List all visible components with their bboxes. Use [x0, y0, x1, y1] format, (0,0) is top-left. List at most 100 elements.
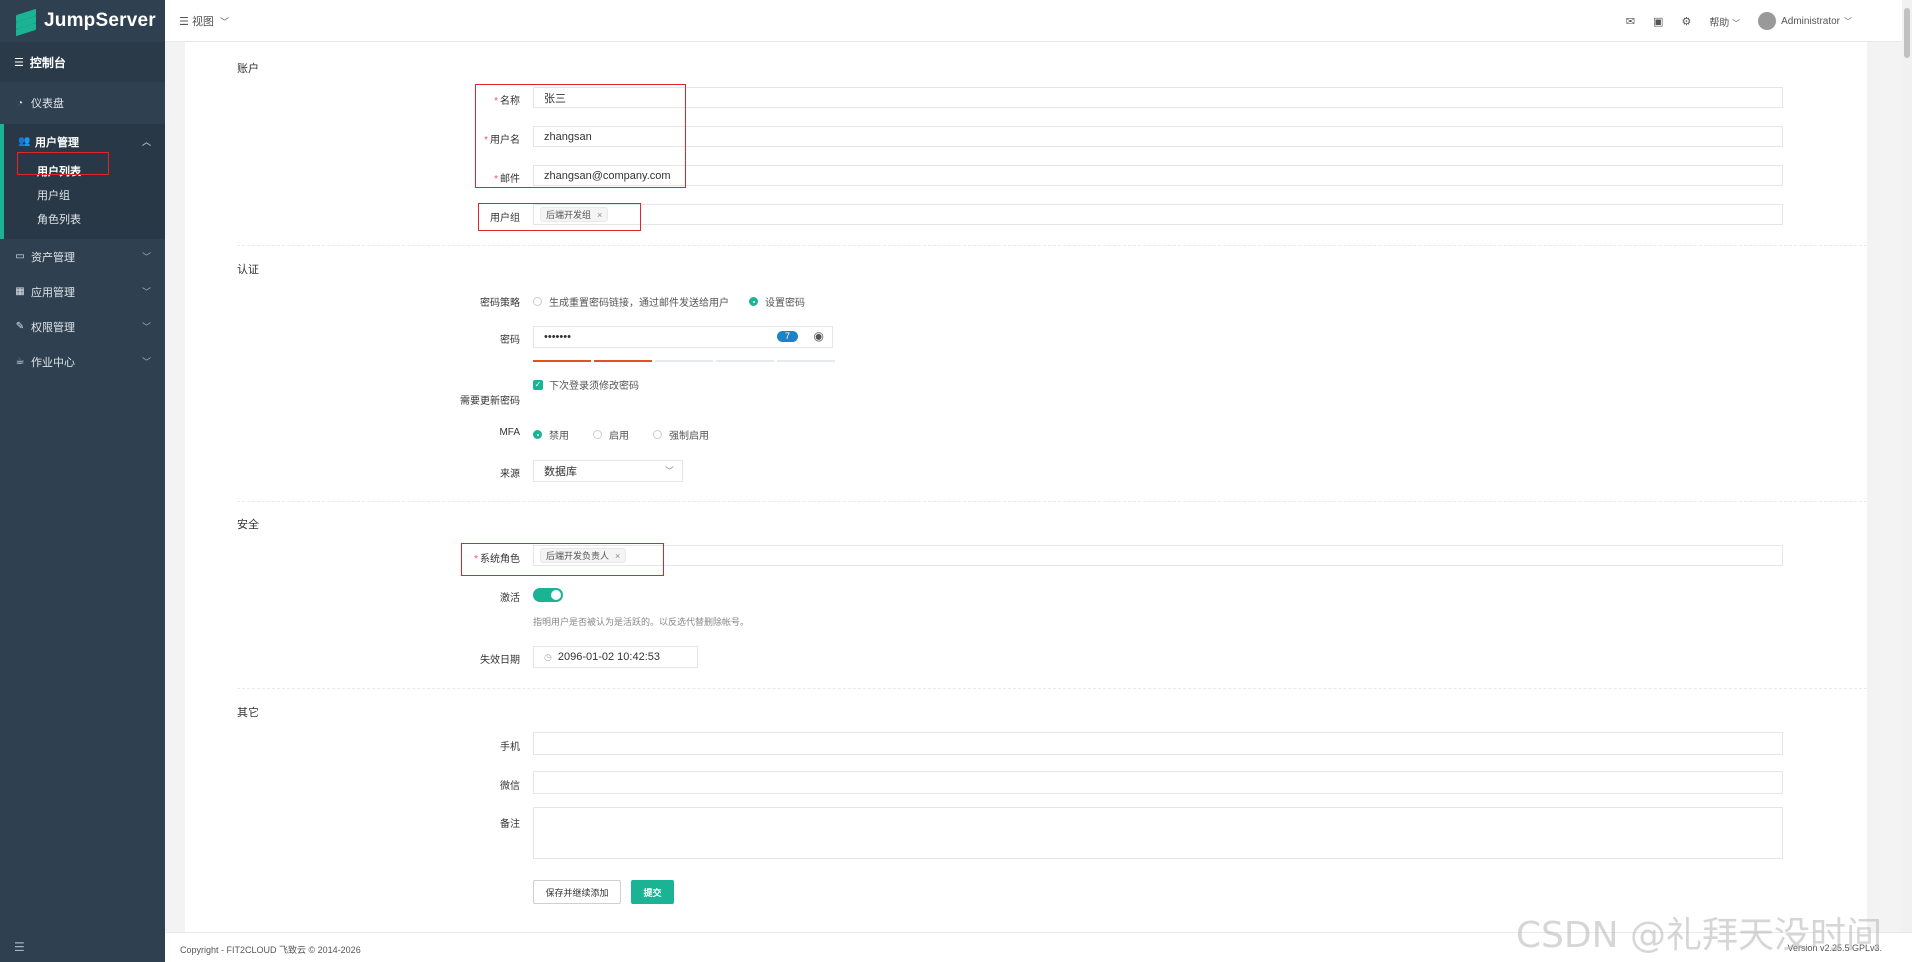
phone-input[interactable]: [533, 732, 1783, 755]
section-other: 其它: [237, 707, 259, 719]
strength-bar: [777, 360, 835, 362]
chevron-down-icon: ﹀: [664, 466, 674, 476]
password-length-badge: 7: [776, 331, 798, 342]
web-terminal-icon[interactable]: ▣: [1653, 15, 1663, 28]
email-label: * 邮件: [494, 174, 520, 185]
radio-icon: [653, 430, 662, 439]
expire-date-picker[interactable]: ◷ 2096-01-02 10:42:53: [533, 646, 698, 668]
radio-set-password[interactable]: 设置密码: [749, 294, 805, 309]
strength-bar: [716, 360, 774, 362]
sidebar-item-label: 用户管理: [35, 136, 79, 149]
divider: [237, 688, 1867, 689]
remove-tag-icon[interactable]: ×: [615, 551, 620, 561]
source-select[interactable]: 数据库 ﹀: [533, 460, 683, 482]
comment-label: 备注: [500, 819, 520, 830]
chevron-down-icon: ﹀: [141, 252, 151, 262]
sidebar-console[interactable]: ☰ 控制台: [0, 42, 165, 82]
active-toggle[interactable]: [533, 588, 563, 602]
source-value: 数据库: [544, 466, 577, 478]
divider: [237, 245, 1867, 246]
chevron-down-icon: ﹀: [220, 16, 230, 27]
expire-date-value: 2096-01-02 10:42:53: [557, 651, 661, 663]
system-role-select[interactable]: 后端开发负责人 ×: [533, 545, 1783, 566]
chevron-down-icon: ﹀: [141, 357, 151, 367]
password-value: •••••••: [544, 331, 571, 343]
sidebar-subitem-user-group[interactable]: 用户组: [4, 183, 165, 207]
sidebar: JumpServer ☰ 控制台 ◔ 仪表盘 👥 用户管理 ︿ 用户列表 用户组…: [0, 0, 165, 962]
topbar-right: ✉ ▣ ⚙ 帮助 ﹀ Administrator ﹀: [1626, 0, 1852, 42]
username-input[interactable]: zhangsan: [533, 126, 1783, 147]
sidebar-item-label: 资产管理: [31, 251, 75, 264]
save-continue-button[interactable]: 保存并继续添加: [533, 880, 621, 904]
collapse-sidebar-icon[interactable]: ☰: [14, 940, 25, 954]
radio-mfa-forced[interactable]: 强制启用: [653, 427, 709, 442]
eye-off-icon[interactable]: ◉: [814, 329, 824, 343]
view-menu[interactable]: ☰ 视图 ﹀: [179, 13, 229, 29]
sidebar-item-permissions[interactable]: ✎ 权限管理 ﹀: [0, 309, 165, 344]
watermark: CSDN @礼拜天没时间: [1515, 915, 1882, 956]
dashboard-icon: ◔: [16, 97, 24, 109]
section-account: 账户: [237, 63, 259, 75]
scrollbar-thumb[interactable]: [1904, 8, 1910, 58]
radio-reset-link[interactable]: 生成重置密码链接，通过邮件发送给用户: [533, 294, 729, 309]
sidebar-subitem-role-list[interactable]: 角色列表: [4, 207, 165, 231]
sidebar-item-users[interactable]: 👥 用户管理 ︿: [4, 124, 165, 159]
source-label: 来源: [500, 469, 520, 480]
sidebar-item-apps[interactable]: ▦ 应用管理 ﹀: [0, 274, 165, 309]
strength-bar: [594, 360, 652, 362]
expire-date-label: 失效日期: [480, 655, 520, 666]
mfa-label: MFA: [499, 427, 520, 438]
submit-button[interactable]: 提交: [631, 880, 674, 904]
brand-logo[interactable]: JumpServer: [0, 0, 165, 42]
sidebar-item-dashboard[interactable]: ◔ 仪表盘: [0, 82, 165, 124]
console-icon: ☰: [14, 56, 24, 69]
email-input[interactable]: zhangsan@company.com: [533, 165, 1783, 186]
username-label: * 用户名: [484, 135, 520, 146]
radio-mfa-disabled[interactable]: 禁用: [533, 427, 569, 442]
asset-icon: ▭: [15, 251, 25, 262]
sidebar-subitem-user-list[interactable]: 用户列表: [4, 159, 165, 183]
sidebar-item-jobs[interactable]: ☕ 作业中心 ﹀: [0, 344, 165, 379]
apps-icon: ▦: [15, 286, 25, 297]
sidebar-item-label: 权限管理: [31, 321, 75, 334]
active-label: 激活: [500, 593, 520, 604]
wechat-label: 微信: [500, 781, 520, 792]
system-role-label: * 系统角色: [474, 554, 520, 565]
scrollbar[interactable]: [1902, 0, 1912, 940]
name-label: * 名称: [494, 96, 520, 107]
chevron-down-icon: ﹀: [141, 322, 151, 332]
strength-bar: [533, 360, 591, 362]
mail-icon[interactable]: ✉: [1626, 15, 1635, 28]
radio-mfa-enabled[interactable]: 启用: [593, 427, 629, 442]
chevron-up-icon: ︿: [141, 137, 151, 147]
check-icon: ✓: [533, 379, 543, 390]
password-strategy-label: 密码策略: [480, 298, 520, 309]
chevron-down-icon: ﹀: [1844, 16, 1852, 26]
sidebar-group-users: 👥 用户管理 ︿ 用户列表 用户组 角色列表: [0, 124, 165, 239]
radio-icon: [533, 297, 542, 306]
need-update-checkbox[interactable]: ✓ 下次登录须修改密码: [533, 377, 639, 392]
settings-icon[interactable]: ⚙: [1681, 15, 1691, 28]
radio-checked-icon: [749, 297, 758, 306]
divider: [237, 501, 1867, 502]
section-auth: 认证: [237, 264, 259, 276]
phone-label: 手机: [500, 742, 520, 753]
user-group-select[interactable]: 后端开发组 ×: [533, 204, 1783, 225]
permission-icon: ✎: [15, 321, 25, 332]
name-input[interactable]: 张三: [533, 87, 1783, 108]
topbar: ☰ 视图 ﹀ ✉ ▣ ⚙ 帮助 ﹀ Administrator ﹀: [165, 0, 1912, 42]
user-menu[interactable]: Administrator ﹀: [1758, 12, 1852, 30]
user-group-tag: 后端开发组 ×: [540, 207, 609, 222]
help-menu[interactable]: 帮助 ﹀: [1709, 14, 1740, 29]
password-label: 密码: [500, 335, 520, 346]
sidebar-item-label: 作业中心: [31, 356, 75, 369]
sidebar-item-assets[interactable]: ▭ 资产管理 ﹀: [0, 239, 165, 274]
need-update-label: 需要更新密码: [460, 396, 520, 407]
comment-textarea[interactable]: [533, 807, 1783, 859]
remove-tag-icon[interactable]: ×: [597, 210, 602, 220]
avatar: [1758, 12, 1777, 30]
wechat-input[interactable]: [533, 771, 1783, 794]
radio-checked-icon: [533, 430, 542, 439]
password-input[interactable]: ••••••• 7 ◉: [533, 326, 833, 348]
chevron-down-icon: ﹀: [141, 287, 151, 297]
